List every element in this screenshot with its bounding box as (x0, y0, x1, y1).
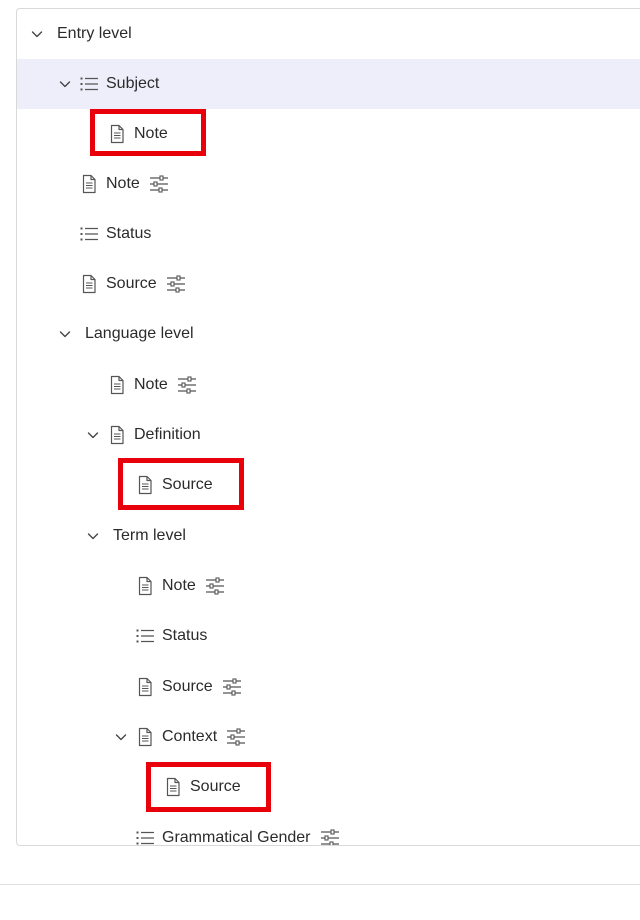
document-icon (107, 124, 127, 144)
list-icon (79, 224, 99, 244)
tree-node-term-status[interactable]: Status (17, 611, 640, 661)
divider (0, 884, 640, 885)
fields-tree-panel: Entry level Subject Note Note Status Sou… (16, 8, 640, 846)
chevron-down-icon[interactable] (57, 326, 73, 342)
document-icon (79, 174, 99, 194)
sliders-icon[interactable] (320, 829, 340, 846)
tree-node-entry-source[interactable]: Source (17, 259, 640, 309)
tree-node-label: Context (162, 728, 218, 745)
document-icon (163, 777, 183, 797)
chevron-down-icon[interactable] (113, 729, 129, 745)
sliders-icon[interactable] (226, 728, 246, 746)
tree-node-subject[interactable]: Subject (17, 59, 640, 109)
document-icon (107, 375, 127, 395)
tree-node-label: Definition (134, 426, 201, 443)
tree-node-term-note[interactable]: Note (17, 561, 640, 611)
tree-node-label: Term level (113, 527, 186, 544)
tree-node-label: Source (190, 778, 241, 795)
tree-node-label: Status (106, 225, 152, 242)
tree-node-label: Note (134, 376, 168, 393)
document-icon (135, 475, 155, 495)
tree-node-label: Note (106, 175, 140, 192)
chevron-down-icon[interactable] (85, 528, 101, 544)
sliders-icon[interactable] (149, 175, 169, 193)
document-icon (107, 425, 127, 445)
document-icon (135, 576, 155, 596)
document-icon (135, 677, 155, 697)
tree-node-label: Grammatical Gender (162, 829, 311, 846)
tree-node-context-source[interactable]: Source (17, 762, 640, 812)
tree-node-subject-note[interactable]: Note (17, 109, 640, 159)
tree-node-label: Source (162, 476, 213, 493)
sliders-icon[interactable] (177, 376, 197, 394)
sliders-icon[interactable] (222, 678, 242, 696)
document-icon (79, 274, 99, 294)
tree-node-label: Source (106, 275, 157, 292)
tree-node-label: Entry level (57, 25, 132, 42)
tree-node-definition[interactable]: Definition (17, 410, 640, 460)
sliders-icon[interactable] (166, 275, 186, 293)
list-icon (135, 626, 155, 646)
tree-node-label: Language level (85, 325, 194, 342)
tree-node-term-grammatical-gender[interactable]: Grammatical Gender (17, 813, 640, 846)
tree-node-term-context[interactable]: Context (17, 712, 640, 762)
sliders-icon[interactable] (205, 577, 225, 595)
tree-node-term-level[interactable]: Term level (17, 511, 640, 561)
tree-node-entry-status[interactable]: Status (17, 209, 640, 259)
tree-node-language-level[interactable]: Language level (17, 309, 640, 359)
tree-node-entry-level[interactable]: Entry level (17, 9, 640, 59)
tree-node-language-note[interactable]: Note (17, 360, 640, 410)
tree-node-label: Note (134, 125, 168, 142)
list-icon (79, 74, 99, 94)
tree-node-label: Status (162, 627, 208, 644)
chevron-down-icon[interactable] (29, 26, 45, 42)
list-icon (135, 828, 155, 846)
document-icon (135, 727, 155, 747)
tree-node-label: Subject (106, 75, 160, 92)
tree-node-term-source[interactable]: Source (17, 662, 640, 712)
tree-node-entry-note[interactable]: Note (17, 159, 640, 209)
chevron-down-icon[interactable] (57, 76, 73, 92)
tree-node-definition-source[interactable]: Source (17, 460, 640, 510)
tree-node-label: Note (162, 577, 196, 594)
tree-node-label: Source (162, 678, 213, 695)
chevron-down-icon[interactable] (85, 427, 101, 443)
